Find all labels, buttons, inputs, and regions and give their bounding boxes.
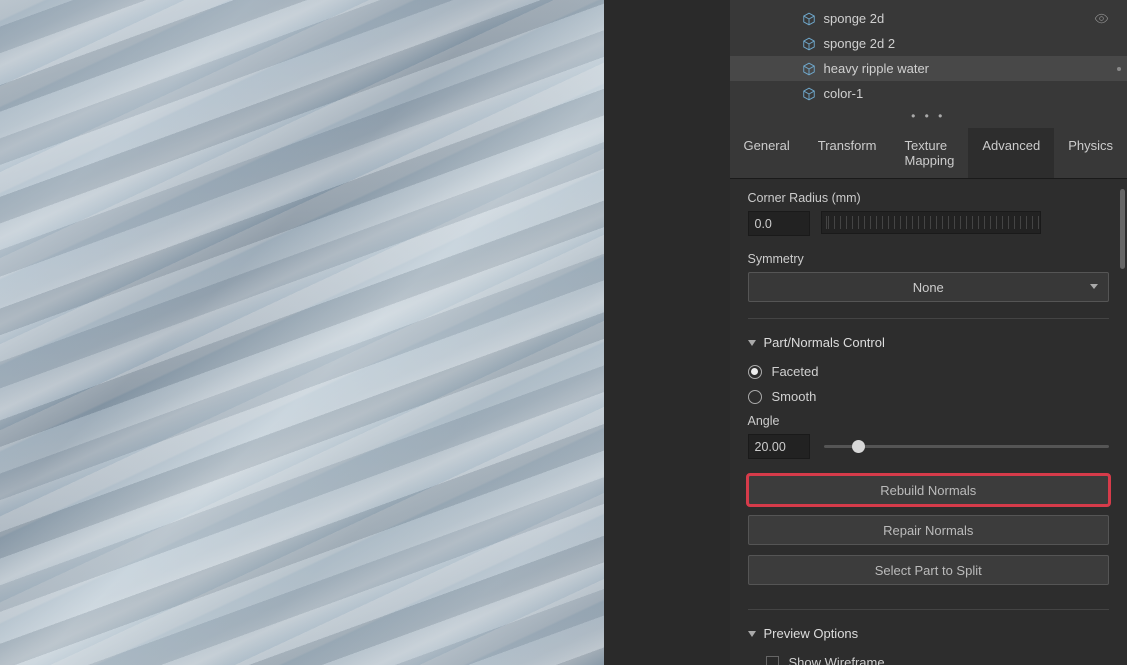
corner-radius-label: Corner Radius (mm): [748, 191, 1110, 205]
chevron-down-icon: [1090, 284, 1098, 289]
angle-row: Angle: [748, 414, 1110, 459]
middle-gutter: [604, 0, 730, 665]
tree-item-sponge-2d[interactable]: sponge 2d: [730, 6, 1127, 31]
tab-advanced[interactable]: Advanced: [968, 128, 1054, 178]
radio-icon: [748, 365, 762, 379]
scrollbar-thumb[interactable]: [1120, 189, 1125, 269]
divider: [748, 609, 1110, 610]
scrollbar[interactable]: [1120, 179, 1125, 665]
smooth-radio[interactable]: Smooth: [748, 389, 1110, 404]
section-title: Preview Options: [764, 626, 859, 641]
preview-options-section-header[interactable]: Preview Options: [748, 626, 1110, 641]
symmetry-value: None: [913, 280, 944, 295]
symmetry-label: Symmetry: [748, 252, 1110, 266]
tab-transform[interactable]: Transform: [804, 128, 891, 178]
tab-general[interactable]: General: [730, 128, 804, 178]
cube-icon: [802, 37, 816, 51]
properties-panel: sponge 2d sponge 2d 2 heavy ripple water…: [730, 0, 1127, 665]
collapse-triangle-icon: [748, 340, 756, 346]
tree-item-label: sponge 2d: [824, 11, 885, 26]
viewport-3d[interactable]: [0, 0, 604, 665]
cube-icon: [802, 62, 816, 76]
collapse-triangle-icon: [748, 631, 756, 637]
faceted-label: Faceted: [772, 364, 819, 379]
tree-item-label: sponge 2d 2: [824, 36, 896, 51]
panel-splitter-handle[interactable]: • • •: [730, 106, 1127, 128]
symmetry-dropdown[interactable]: None: [748, 272, 1110, 302]
faceted-radio[interactable]: Faceted: [748, 364, 1110, 379]
tree-item-heavy-ripple-water[interactable]: heavy ripple water: [730, 56, 1127, 81]
item-menu-dot[interactable]: [1117, 67, 1121, 71]
tree-item-label: heavy ripple water: [824, 61, 930, 76]
select-part-to-split-button[interactable]: Select Part to Split: [748, 555, 1110, 585]
section-title: Part/Normals Control: [764, 335, 885, 350]
corner-radius-row: Corner Radius (mm): [748, 191, 1110, 236]
tab-texture-mapping[interactable]: Texture Mapping: [891, 128, 969, 178]
part-normals-section-header[interactable]: Part/Normals Control: [748, 335, 1110, 350]
checkbox-icon: [766, 656, 779, 665]
cube-icon: [802, 12, 816, 26]
divider: [748, 318, 1110, 319]
angle-slider[interactable]: [824, 445, 1110, 448]
repair-normals-button[interactable]: Repair Normals: [748, 515, 1110, 545]
slider-thumb[interactable]: [852, 440, 865, 453]
tree-item-sponge-2d-2[interactable]: sponge 2d 2: [730, 31, 1127, 56]
symmetry-row: Symmetry None: [748, 252, 1110, 302]
corner-radius-scrubber[interactable]: [821, 211, 1041, 234]
angle-label: Angle: [748, 414, 1110, 428]
show-wireframe-label: Show Wireframe: [789, 655, 885, 665]
show-wireframe-checkbox[interactable]: Show Wireframe: [766, 655, 1110, 665]
radio-icon: [748, 390, 762, 404]
rebuild-normals-button[interactable]: Rebuild Normals: [748, 475, 1110, 505]
tree-item-color-1[interactable]: color-1: [730, 81, 1127, 106]
property-tabs: General Transform Texture Mapping Advanc…: [730, 128, 1127, 179]
angle-input[interactable]: [748, 434, 810, 459]
scene-tree: sponge 2d sponge 2d 2 heavy ripple water…: [730, 0, 1127, 106]
tree-item-label: color-1: [824, 86, 864, 101]
corner-radius-input[interactable]: [748, 211, 810, 236]
smooth-label: Smooth: [772, 389, 817, 404]
advanced-properties: Corner Radius (mm) Symmetry None Part/No…: [730, 179, 1127, 665]
visibility-eye-icon[interactable]: [1094, 11, 1109, 29]
cube-icon: [802, 87, 816, 101]
tab-physics[interactable]: Physics: [1054, 128, 1127, 178]
